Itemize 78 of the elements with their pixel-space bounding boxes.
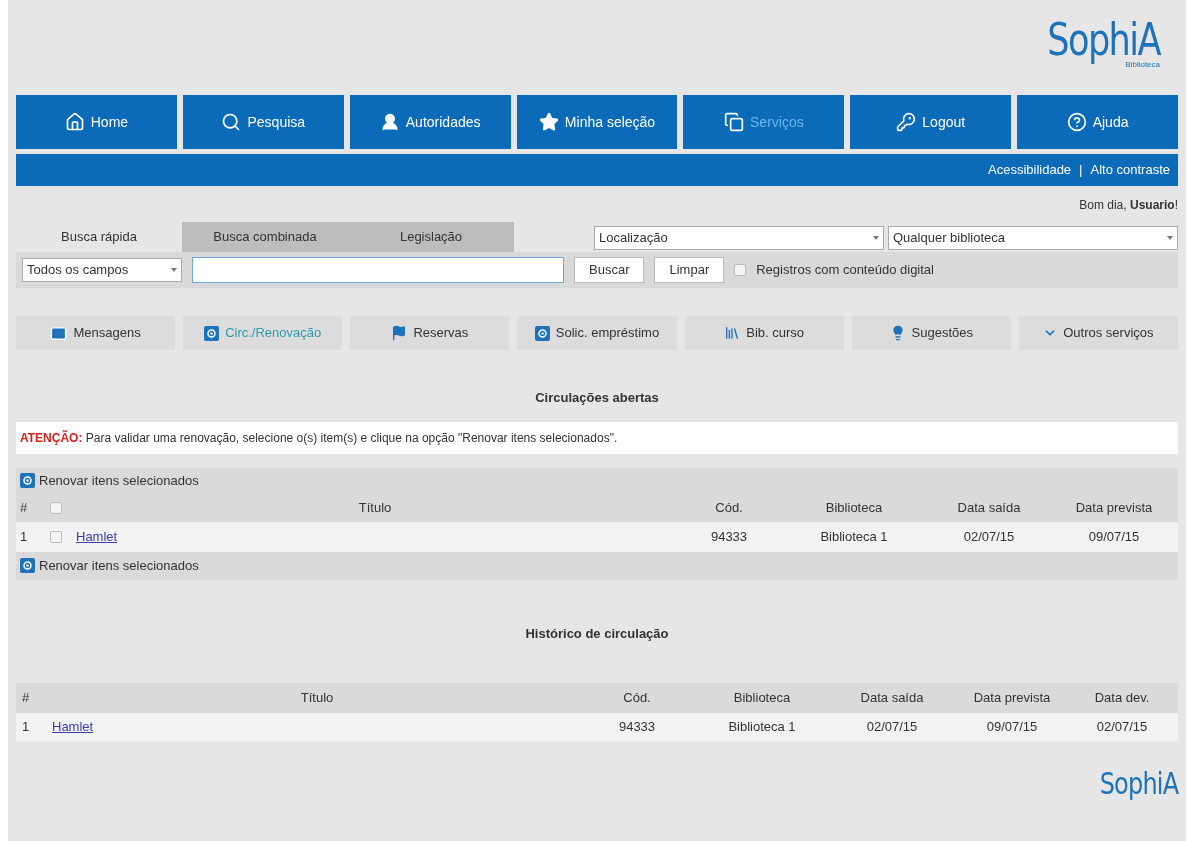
title-link[interactable]: Hamlet <box>76 528 118 544</box>
table-cell-text: 1 <box>20 527 29 546</box>
stacked-pages-icon <box>724 112 744 132</box>
greeting: Bom dia, Usuario! <box>1079 197 1178 214</box>
target-icon <box>20 558 35 573</box>
library-select[interactable]: Qualquer biblioteca <box>888 226 1178 250</box>
renew-button[interactable]: Renovar itens selecionados <box>16 551 1178 580</box>
field-select[interactable]: Todos os campos <box>22 258 182 282</box>
caret-icon <box>1167 236 1173 240</box>
books-icon <box>724 325 741 341</box>
caret-icon <box>873 236 879 240</box>
footer-logo: SophiA <box>1099 769 1178 799</box>
service-tab[interactable]: Solic. empréstimo <box>517 316 677 350</box>
checkbox[interactable] <box>734 264 747 276</box>
notice-text: ATENÇÃO: Para validar uma renovação, selecione o(s) item(s) e clique na opção "Renovar itens selecionados". <box>20 429 618 447</box>
search-icon <box>221 112 242 132</box>
search-field[interactable] <box>192 257 564 283</box>
column-header: Data saída <box>859 689 925 708</box>
separator: | <box>1079 161 1083 180</box>
column-header: Biblioteca <box>824 498 884 517</box>
caret-icon <box>171 268 177 272</box>
service-tab[interactable]: Outros serviços <box>1018 316 1178 350</box>
search-button[interactable]: Buscar <box>574 257 645 283</box>
renew-button[interactable]: Renovar itens selecionados <box>16 467 1178 494</box>
nav-tab[interactable]: Autoridades <box>349 95 511 149</box>
nav-tab[interactable]: Minha seleção <box>516 95 678 149</box>
flag-icon <box>391 325 408 341</box>
logo: SophiA <box>1047 18 1160 62</box>
user-icon <box>379 112 400 132</box>
nav-tab[interactable]: Logout <box>850 95 1012 149</box>
title-link[interactable]: Hamlet <box>52 719 94 735</box>
key-icon <box>896 112 917 132</box>
nav-tab[interactable]: Pesquisa <box>182 95 344 149</box>
column-header: Título <box>299 689 335 708</box>
link[interactable]: Alto contraste <box>1090 160 1170 180</box>
service-tab[interactable]: Mensagens <box>16 316 176 350</box>
service-tab[interactable]: Sugestões <box>851 316 1011 350</box>
link[interactable]: Acessibilidade <box>988 160 1072 180</box>
table-cell-text: 09/07/15 <box>1087 527 1141 546</box>
star-icon <box>538 112 559 132</box>
table-cell-text: Biblioteca 1 <box>727 718 797 737</box>
column-header: Data prevista <box>1074 498 1154 517</box>
service-tab[interactable]: Reservas <box>350 316 510 350</box>
section-title: Circulações abertas <box>535 389 659 407</box>
column-header: Data prevista <box>972 689 1052 708</box>
home-icon <box>64 112 85 132</box>
nav-tab[interactable]: Ajuda <box>1017 95 1178 149</box>
column-header: Cód. <box>622 689 652 708</box>
column-header: # <box>20 498 29 517</box>
table-cell-text: 02/07/15 <box>962 527 1016 546</box>
column-header: Biblioteca <box>732 689 792 708</box>
checkbox-label: Registros com conteúdo digital <box>756 261 934 280</box>
table-cell-text: 94333 <box>617 718 657 737</box>
location-select[interactable]: Localização <box>594 226 884 250</box>
search-tab[interactable]: Busca combinada <box>182 222 348 252</box>
table-cell-text: 02/07/15 <box>1095 718 1149 737</box>
table-cell-text: 02/07/15 <box>865 718 919 737</box>
column-header: Data saída <box>956 498 1022 517</box>
target-icon <box>20 473 35 488</box>
column-header: # <box>22 689 31 708</box>
target-icon <box>204 325 220 341</box>
service-tab[interactable]: Bib. curso <box>684 316 844 350</box>
table-cell-text: 09/07/15 <box>985 718 1039 737</box>
help-icon <box>1066 112 1087 132</box>
target-icon <box>534 325 550 341</box>
search-tab[interactable]: Legislação <box>348 222 514 252</box>
section-title: Histórico de circulação <box>525 624 669 643</box>
table-cell-text: 1 <box>22 718 31 737</box>
column-header: Data dev. <box>1093 689 1151 708</box>
checkbox[interactable] <box>50 530 62 543</box>
search-button[interactable]: Limpar <box>654 257 725 283</box>
nav-tab[interactable]: Home <box>16 95 177 149</box>
logo-subtitle: Biblioteca <box>1125 61 1160 69</box>
column-header: Cód. <box>714 498 744 517</box>
column-header: Título <box>357 498 393 517</box>
checkbox[interactable] <box>50 501 62 514</box>
table-cell-text: Biblioteca 1 <box>819 527 889 546</box>
table-cell-text: 94333 <box>709 527 749 546</box>
